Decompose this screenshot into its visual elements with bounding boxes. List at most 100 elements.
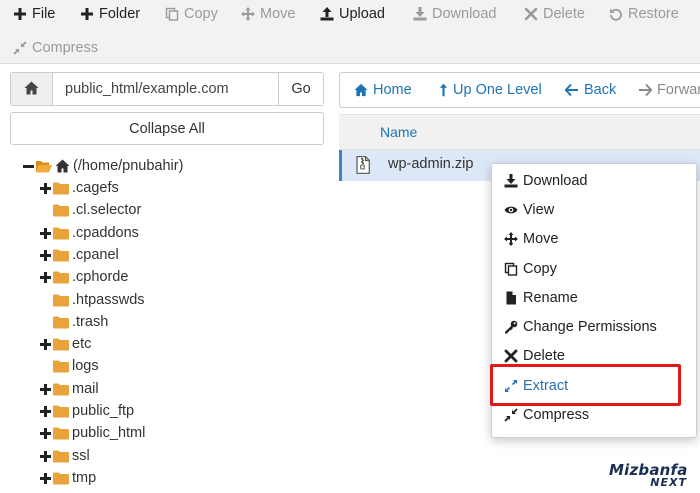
plus-icon[interactable]	[39, 271, 51, 283]
plus-icon[interactable]	[39, 182, 51, 194]
folder-icon	[53, 227, 69, 240]
tree-item-label: logs	[72, 358, 99, 374]
move-icon	[504, 232, 518, 246]
name-column-header[interactable]: Name	[380, 124, 417, 140]
plus-icon[interactable]	[39, 227, 51, 239]
menu-extract[interactable]: Extract	[504, 375, 568, 397]
upload-button[interactable]: Upload	[320, 6, 385, 22]
undo-icon	[609, 7, 623, 21]
tree-item[interactable]: public_html	[39, 422, 145, 444]
tree-item-label: tmp	[72, 470, 97, 486]
path-input[interactable]	[53, 73, 278, 105]
close-icon	[524, 7, 538, 21]
plus-icon	[13, 7, 27, 21]
tree-item[interactable]: etc	[39, 333, 91, 355]
menu-delete[interactable]: Delete	[504, 345, 565, 367]
folder-icon	[53, 249, 69, 262]
tree-item[interactable]: ssl	[39, 445, 90, 467]
new-folder-button[interactable]: Folder	[80, 6, 140, 22]
file-icon	[506, 291, 516, 305]
plus-icon[interactable]	[39, 249, 51, 261]
menu-move[interactable]: Move	[504, 228, 558, 250]
compress-icon	[13, 41, 27, 55]
download-icon	[504, 174, 518, 188]
file-table-header: Name	[339, 114, 700, 150]
move-button[interactable]: Move	[241, 6, 295, 22]
tree-item[interactable]: mail	[39, 378, 99, 400]
collapse-all-button[interactable]: Collapse All	[10, 112, 324, 145]
tree-item[interactable]: .cpanel	[39, 244, 119, 266]
up-one-level-button[interactable]: Up One Level	[439, 73, 542, 107]
tree-item[interactable]: .htpasswds	[53, 289, 145, 311]
move-icon	[241, 7, 255, 21]
tree-item-label: .cagefs	[72, 180, 119, 196]
menu-rename[interactable]: Rename	[504, 287, 578, 309]
tree-item[interactable]: tmp	[39, 467, 96, 489]
plus-icon[interactable]	[39, 405, 51, 417]
tree-item[interactable]: logs	[53, 355, 99, 377]
plus-icon[interactable]	[39, 338, 51, 350]
plus-icon[interactable]	[39, 427, 51, 439]
tree-item[interactable]: public_ftp	[39, 400, 134, 422]
menu-download[interactable]: Download	[504, 170, 588, 192]
folder-icon	[53, 338, 69, 351]
folder-icon	[53, 360, 69, 373]
copy-icon	[165, 7, 179, 21]
delete-button[interactable]: Delete	[524, 6, 585, 22]
tree-root[interactable]: (/home/pnubahir)	[22, 155, 183, 177]
tree-item[interactable]: .cl.selector	[53, 199, 141, 221]
folder-icon	[53, 316, 69, 329]
plus-icon[interactable]	[39, 472, 51, 484]
new-file-button[interactable]: File	[13, 6, 55, 22]
file-name: wp-admin.zip	[388, 156, 474, 172]
tree-item-label: etc	[72, 336, 92, 352]
eye-icon	[504, 206, 518, 214]
download-button[interactable]: Download	[413, 6, 497, 22]
menu-copy[interactable]: Copy	[504, 258, 557, 280]
tree-item[interactable]: .cagefs	[39, 177, 119, 199]
tree-item-label: .cpaddons	[72, 225, 139, 241]
folder-icon	[53, 294, 69, 307]
tree-item-label: .cpanel	[72, 247, 119, 263]
arrow-right-icon	[639, 83, 652, 97]
back-button[interactable]: Back	[565, 73, 616, 107]
menu-change-permissions[interactable]: Change Permissions	[504, 316, 657, 338]
menu-view[interactable]: View	[504, 199, 554, 221]
expand-icon	[504, 379, 518, 393]
plus-icon	[80, 7, 94, 21]
toolbar: File Folder Copy Move Upload Download De…	[0, 0, 700, 64]
home-icon	[55, 159, 70, 173]
folder-icon	[53, 405, 69, 418]
tree-item[interactable]: .cpaddons	[39, 222, 139, 244]
restore-button[interactable]: Restore	[609, 6, 679, 22]
folder-icon	[53, 383, 69, 396]
tree-item[interactable]: .trash	[53, 311, 108, 333]
tree-item-label: public_html	[72, 425, 146, 441]
close-icon	[504, 349, 518, 363]
go-button[interactable]: Go	[278, 73, 323, 105]
compress-button[interactable]: Compress	[13, 40, 98, 56]
upload-icon	[320, 7, 334, 21]
tree-item-label: .htpasswds	[72, 292, 145, 308]
menu-compress[interactable]: Compress	[504, 404, 589, 426]
arrow-left-icon	[565, 83, 578, 97]
minus-icon[interactable]	[22, 160, 34, 172]
tree-item-label: .cphorde	[72, 269, 129, 285]
folder-icon	[53, 271, 69, 284]
home-icon	[354, 83, 368, 97]
tree-item[interactable]: .cphorde	[39, 266, 128, 288]
plus-icon[interactable]	[39, 450, 51, 462]
home-icon	[24, 81, 39, 98]
path-home-button[interactable]	[11, 73, 53, 105]
folder-icon	[53, 427, 69, 440]
copy-button[interactable]: Copy	[165, 6, 218, 22]
tree-item-label: ssl	[72, 448, 90, 464]
nav-home-button[interactable]: Home	[354, 73, 412, 107]
compress-icon	[504, 408, 518, 422]
plus-icon[interactable]	[39, 383, 51, 395]
folder-icon	[53, 450, 69, 463]
tree-item-label: .cl.selector	[72, 202, 142, 218]
folder-icon	[53, 204, 69, 217]
long-arrow-up-icon	[439, 83, 448, 97]
forward-button[interactable]: Forward	[638, 73, 700, 107]
